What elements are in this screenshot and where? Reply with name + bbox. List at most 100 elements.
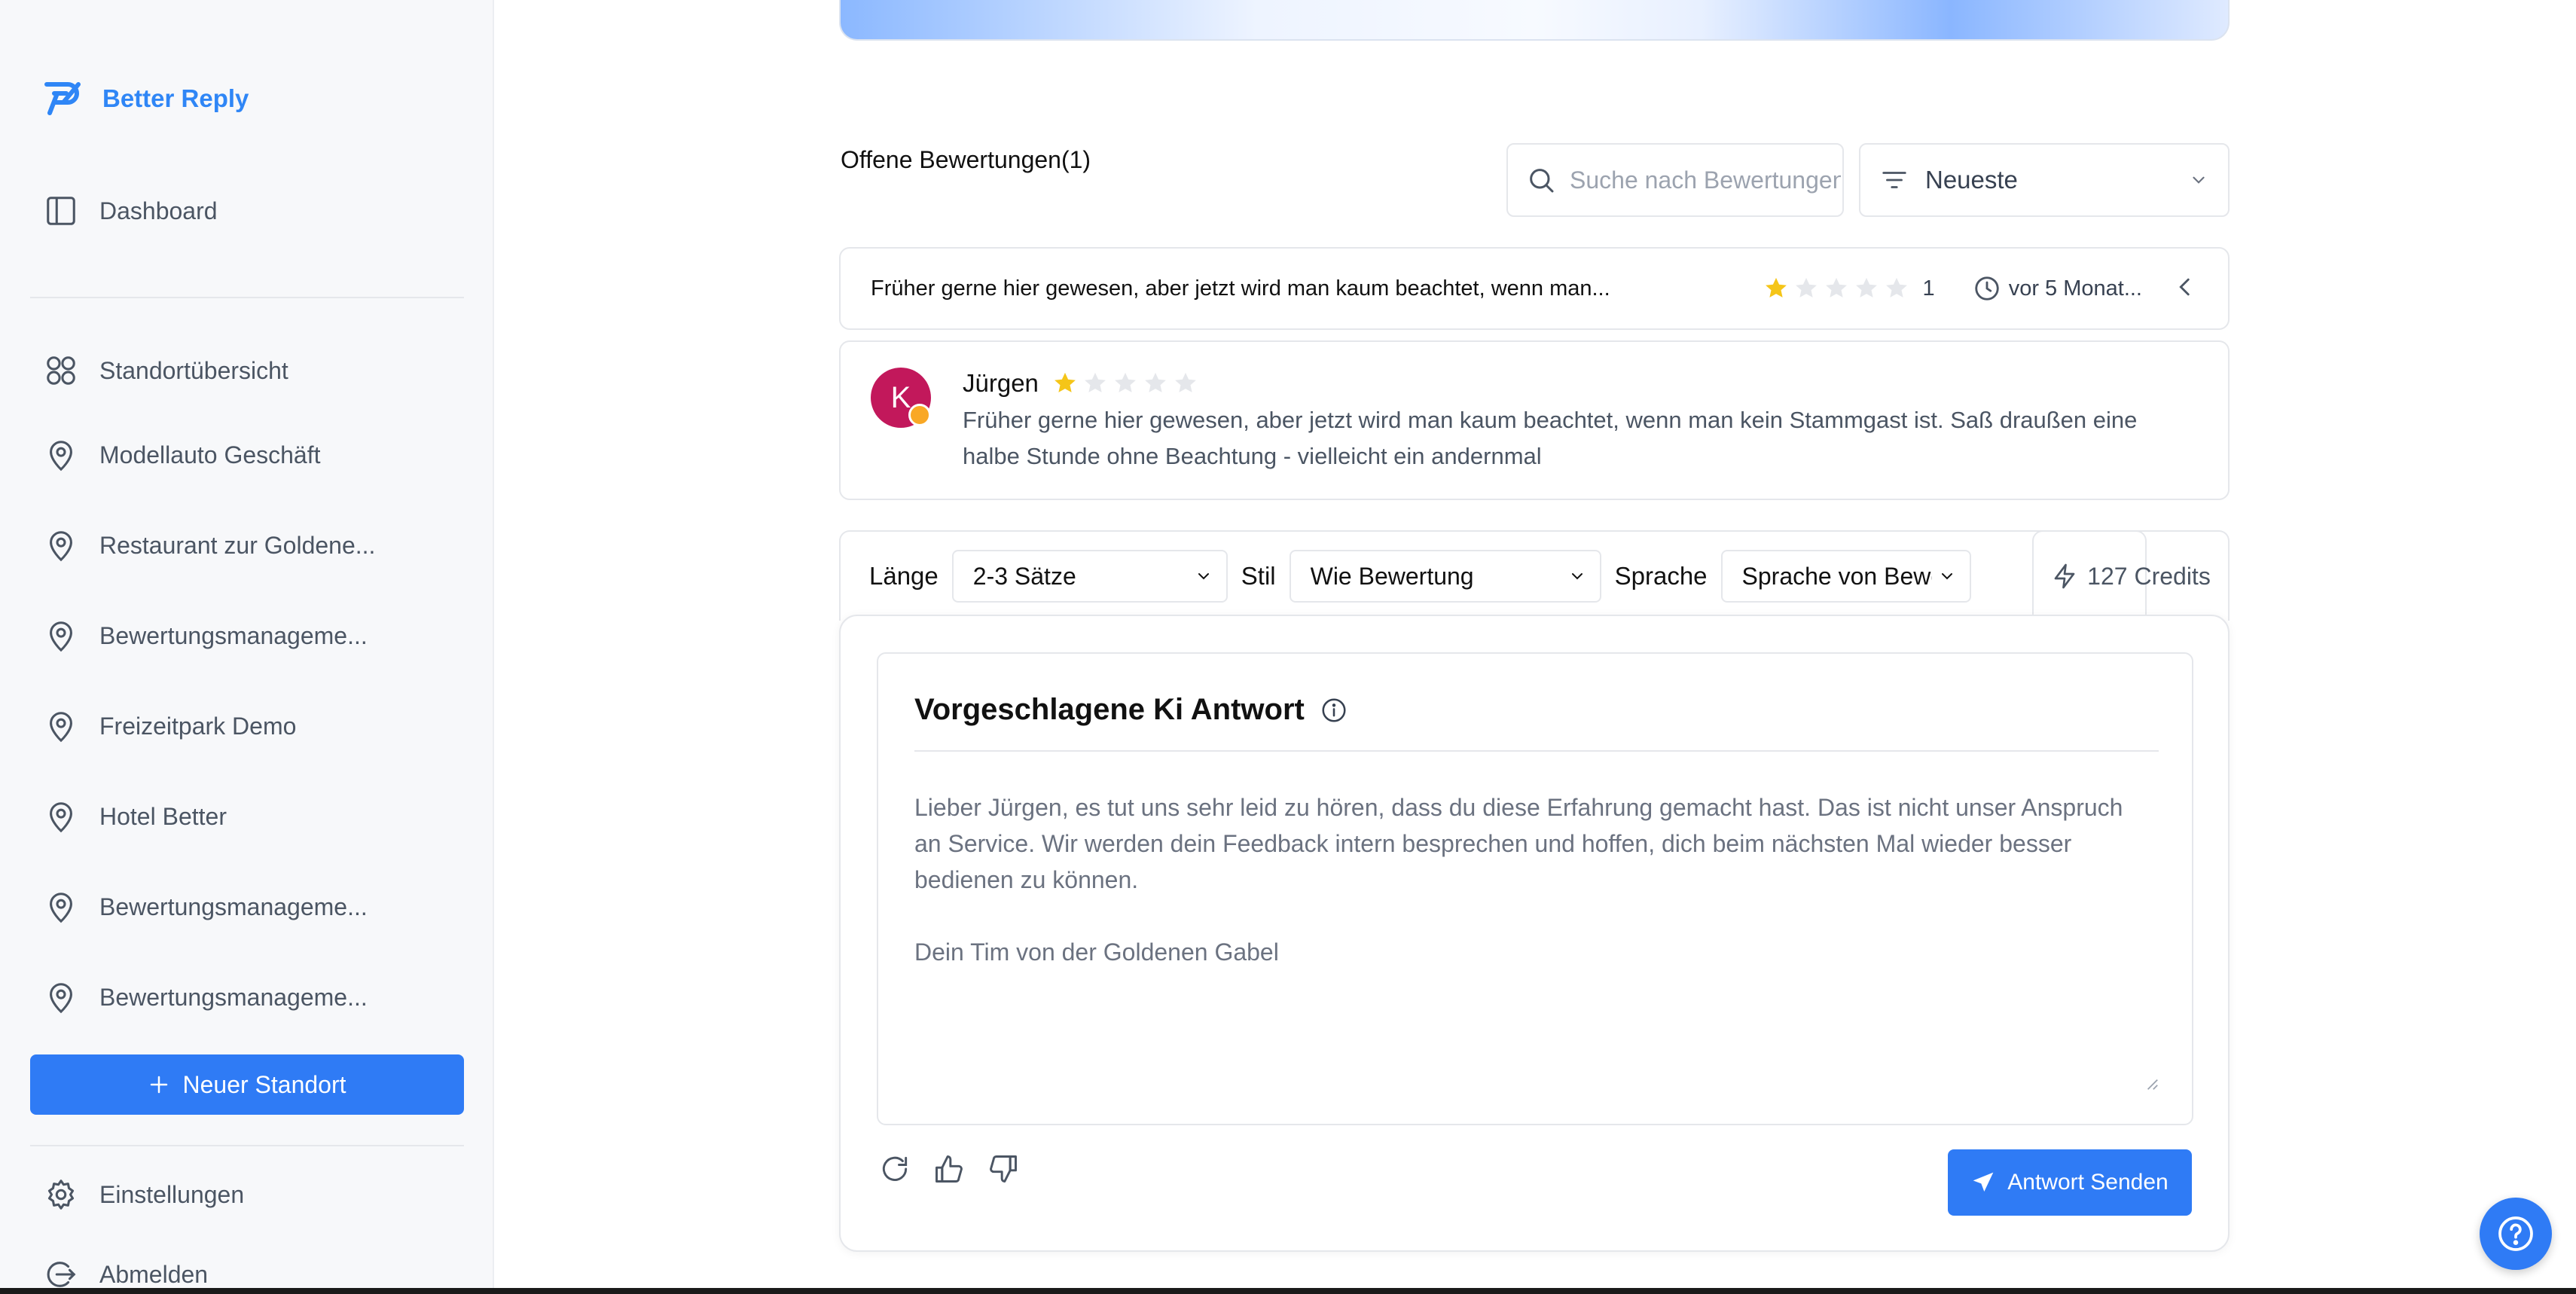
credits-indicator: 127 Credits <box>2032 530 2230 621</box>
sort-value: Neueste <box>1925 166 2018 194</box>
sidebar-item-label: Bewertungsmanageme... <box>99 621 368 649</box>
ai-answer-textarea[interactable]: Lieber Jürgen, es tut uns sehr leid zu h… <box>914 789 2150 970</box>
sidebar-item-location[interactable]: Bewertungsmanageme... <box>42 975 368 1020</box>
star-filled-icon <box>1055 372 1076 392</box>
help-question-icon <box>2498 1216 2533 1251</box>
sidebar-item-location[interactable]: Modellauto Geschäft <box>42 432 321 478</box>
map-pin-icon <box>42 978 80 1016</box>
sidebar-item-dashboard[interactable]: Dashboard <box>42 188 218 233</box>
ai-answer-title: Vorgeschlagene Ki Antwort <box>914 693 1305 726</box>
chevron-down-icon <box>1198 573 1209 580</box>
map-pin-icon <box>42 888 80 926</box>
new-location-button[interactable]: Neuer Standort <box>30 1054 464 1115</box>
reviewer-line: Jürgen <box>963 369 1198 398</box>
review-list-item[interactable]: Früher gerne hier gewesen, aber jetzt wi… <box>839 247 2230 330</box>
section-title: Offene Bewertungen(1) <box>841 146 1091 173</box>
sidebar-divider <box>30 297 464 298</box>
layout-sidebar-icon <box>42 192 80 230</box>
search-box[interactable] <box>1506 143 1844 217</box>
map-pin-icon <box>42 436 80 474</box>
gear-icon <box>42 1176 80 1213</box>
star-empty-icon <box>1175 372 1196 392</box>
sidebar-item-label: Abmelden <box>99 1260 209 1288</box>
ai-answer-editor[interactable]: Vorgeschlagene Ki Antwort Lieber Jürgen,… <box>877 652 2193 1125</box>
sidebar-item-label: Restaurant zur Goldene... <box>99 531 376 559</box>
window-bottom-edge <box>0 1288 2576 1294</box>
map-pin-icon <box>42 617 80 655</box>
map-pin-icon <box>42 526 80 564</box>
star-filled-icon <box>1765 277 1787 298</box>
sidebar-divider <box>30 1145 464 1146</box>
regenerate-icon[interactable] <box>878 1152 911 1186</box>
grid-circles-icon <box>42 352 80 389</box>
ai-answer-panel: Vorgeschlagene Ki Antwort Lieber Jürgen,… <box>839 615 2230 1252</box>
sidebar-item-location[interactable]: Freizeitpark Demo <box>42 703 296 749</box>
review-time: vor 5 Monat... <box>1973 274 2142 303</box>
sidebar-item-label: Bewertungsmanageme... <box>99 983 368 1011</box>
review-detail-card: K Jürgen Früher gerne hier gewesen, aber… <box>839 340 2230 500</box>
ai-answer-header: Vorgeschlagene Ki Antwort <box>914 693 1348 727</box>
sidebar-item-settings[interactable]: Einstellungen <box>42 1172 244 1217</box>
reply-options-bar: Länge 2-3 Sätze Stil Wie Bewertung Sprac… <box>839 530 2147 621</box>
review-time-label: vor 5 Monat... <box>2008 276 2142 301</box>
map-pin-icon <box>42 707 80 745</box>
thumbs-up-icon[interactable] <box>932 1152 966 1186</box>
sidebar-item-overview[interactable]: Standortübersicht <box>42 348 288 393</box>
chevron-down-icon <box>1571 573 1583 580</box>
clock-icon <box>1975 276 1999 301</box>
new-location-label: Neuer Standort <box>182 1070 346 1098</box>
info-icon[interactable] <box>1320 696 1348 725</box>
star-empty-icon <box>1885 277 1907 298</box>
reviewer-rating-stars <box>1052 371 1198 396</box>
sort-select[interactable]: Neueste <box>1859 143 2230 217</box>
send-answer-label: Antwort Senden <box>2007 1170 2169 1195</box>
search-icon <box>1530 169 1554 193</box>
star-empty-icon <box>1795 277 1817 298</box>
chevron-left-icon <box>2179 278 2190 295</box>
review-rating-stars <box>1763 276 1909 301</box>
sidebar-item-location[interactable]: Bewertungsmanageme... <box>42 613 368 658</box>
sidebar-item-location[interactable]: Bewertungsmanageme... <box>42 884 368 929</box>
sidebar-item-label: Einstellungen <box>99 1180 245 1208</box>
length-select[interactable]: 2-3 Sätze <box>951 550 1228 603</box>
sidebar-item-label: Standortübersicht <box>99 356 288 384</box>
send-answer-button[interactable]: Antwort Senden <box>1948 1149 2192 1216</box>
search-input[interactable] <box>1570 166 1841 194</box>
length-value: 2-3 Sätze <box>972 562 1076 590</box>
language-select[interactable]: Sprache von Bewertung <box>1720 550 1971 603</box>
star-empty-icon <box>1145 372 1166 392</box>
style-value: Wie Bewertung <box>1310 562 1474 590</box>
plus-icon <box>151 1076 168 1094</box>
sidebar-item-label: Dashboard <box>99 197 218 224</box>
sidebar-item-label: Hotel Better <box>99 802 227 830</box>
style-label: Stil <box>1241 562 1276 590</box>
map-pin-icon <box>42 798 80 835</box>
send-icon <box>1973 1172 1994 1192</box>
language-label: Sprache <box>1614 562 1708 590</box>
resize-grip-icon[interactable] <box>2145 1077 2159 1091</box>
collapse-button[interactable] <box>2172 274 2198 304</box>
chevron-down-icon <box>2193 176 2205 184</box>
thumbs-down-icon[interactable] <box>987 1152 1020 1186</box>
sidebar-item-label: Bewertungsmanageme... <box>99 893 368 920</box>
better-reply-logo-icon <box>44 82 81 115</box>
language-value: Sprache von Bewertung <box>1741 562 1932 590</box>
sidebar: Better Reply Dashboard Standortübersicht… <box>0 0 494 1294</box>
star-empty-icon <box>1085 372 1106 392</box>
star-empty-icon <box>1825 277 1847 298</box>
sidebar-item-label: Freizeitpark Demo <box>99 712 297 740</box>
style-select[interactable]: Wie Bewertung <box>1289 550 1601 603</box>
filter-lines-icon <box>1882 172 1906 188</box>
sidebar-item-location[interactable]: Hotel Better <box>42 794 227 839</box>
lightning-icon <box>2054 563 2075 589</box>
review-text: Früher gerne hier gewesen, aber jetzt wi… <box>963 407 2138 469</box>
brand[interactable]: Better Reply <box>41 78 249 119</box>
ai-answer-divider <box>914 750 2159 752</box>
credits-label: 127 Credits <box>2087 562 2211 590</box>
review-preview: Früher gerne hier gewesen, aber jetzt wi… <box>871 276 1610 301</box>
sidebar-item-label: Modellauto Geschäft <box>99 441 321 468</box>
help-button[interactable] <box>2480 1198 2552 1270</box>
answer-actions <box>878 1152 1020 1186</box>
reviewer-name: Jürgen <box>963 369 1039 397</box>
sidebar-item-location[interactable]: Restaurant zur Goldene... <box>42 523 375 568</box>
